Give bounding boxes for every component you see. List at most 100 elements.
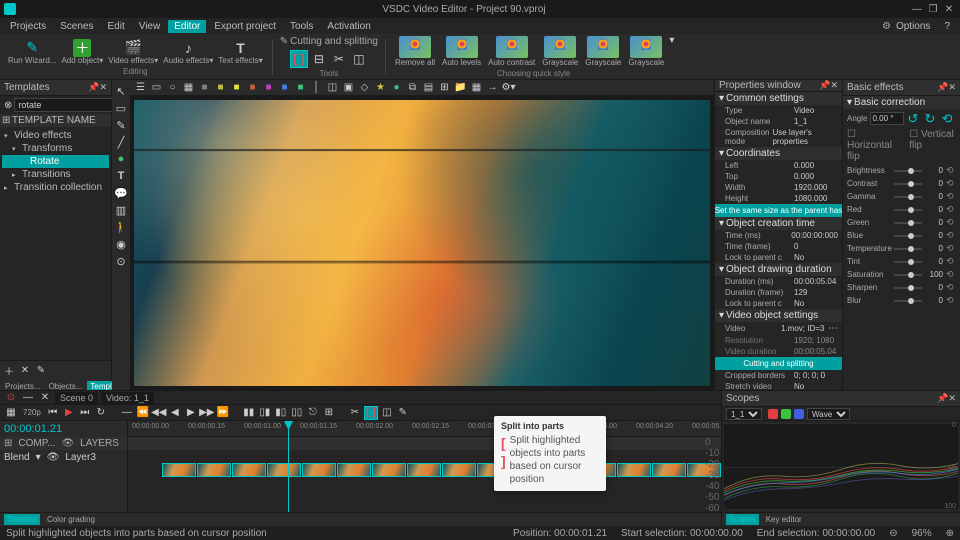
pin-icon[interactable]: 📌 (937, 82, 948, 93)
tl-ff-icon[interactable]: ▶ (184, 406, 198, 420)
tl-step-back-icon[interactable]: ◀◀ (152, 406, 166, 420)
audio-effects-button[interactable]: ♪Audio effects▾ (161, 38, 215, 66)
section-coords[interactable]: ▾Coordinates (715, 147, 842, 160)
vp-stack-icon[interactable]: ⊞ (438, 81, 451, 94)
clip-thumb[interactable] (407, 463, 441, 477)
expand-icon[interactable]: ⊞ (4, 438, 12, 449)
reset-icon[interactable]: ⟲ (946, 230, 956, 241)
gamma-slider[interactable] (894, 196, 922, 198)
quick-auto-contrast[interactable]: Auto contrast (486, 35, 537, 68)
menu-tools[interactable]: Tools (284, 20, 319, 33)
maximize-button[interactable]: ❐ (926, 2, 940, 16)
vp-grid-icon[interactable]: ▦ (182, 81, 195, 94)
reset-icon[interactable]: ⟲ (946, 256, 956, 267)
clip-thumb[interactable] (232, 463, 266, 477)
cut-tool-button[interactable]: ⊟ (310, 50, 328, 68)
pin-icon[interactable]: 📌 (937, 393, 948, 404)
menu-edit[interactable]: Edit (101, 20, 130, 33)
tl-crop-icon[interactable]: ◫ (380, 406, 394, 420)
green-slider[interactable] (894, 222, 922, 224)
add-object-button[interactable]: ＋Add object▾ (59, 38, 105, 66)
tl-skip-start-icon[interactable]: ⏪ (136, 406, 150, 420)
pin-icon[interactable]: 📌 (819, 80, 830, 91)
tree-transition-collection[interactable]: ▸Transition collection (2, 181, 109, 194)
tl-grid-icon[interactable]: ▦ (4, 406, 18, 420)
saturation-slider[interactable] (894, 274, 922, 276)
tl-link-icon[interactable]: ⎋ (306, 406, 320, 420)
vp-swatch-yellow[interactable]: ■ (230, 81, 243, 94)
scope-mode-select[interactable]: Wave (807, 408, 850, 420)
panel-close-icon[interactable]: ✕ (99, 82, 107, 93)
tl-loop-icon[interactable]: ↻ (94, 406, 108, 420)
tree-video-effects[interactable]: ▾Video effects (2, 129, 109, 142)
minimize-button[interactable]: — (910, 2, 924, 16)
menu-projects[interactable]: Projects (4, 20, 52, 33)
edit-template-icon[interactable]: ✎ (34, 363, 48, 377)
clip-thumb[interactable] (337, 463, 371, 477)
rotate-cw-icon[interactable]: ↻ (924, 111, 938, 125)
tl-in-icon[interactable]: — (120, 406, 134, 420)
vp-film-icon[interactable]: ▦ (470, 81, 483, 94)
tl-marker4-icon[interactable]: ▯▯ (290, 406, 304, 420)
scope-red-icon[interactable] (768, 409, 778, 419)
text-effects-button[interactable]: TText effects▾ (216, 38, 264, 66)
brightness-slider[interactable] (894, 170, 922, 172)
tl-marker3-icon[interactable]: ▮▯ (274, 406, 288, 420)
menu-activation[interactable]: Activation (321, 20, 376, 33)
reset-icon[interactable]: ⟲ (946, 204, 956, 215)
tl-snap-icon[interactable]: ⊞ (322, 406, 336, 420)
tab-key-editor[interactable]: Key editor (763, 514, 805, 525)
line-tool-icon[interactable]: ╱ (114, 135, 128, 149)
counter-tool-icon[interactable]: ⊙ (114, 254, 128, 268)
temperature-slider[interactable] (894, 248, 922, 250)
tab-scopes[interactable]: Scopes (726, 514, 759, 525)
vp-layers-icon[interactable]: ⧉ (406, 81, 419, 94)
vp-box2-icon[interactable]: ▣ (342, 81, 355, 94)
set-parent-size-button[interactable]: Set the same size as the parent has (715, 204, 842, 217)
scope-source-select[interactable]: 1_1 (726, 408, 762, 420)
blur-slider[interactable] (894, 300, 922, 302)
vp-folder-icon[interactable]: 📁 (454, 81, 467, 94)
vp-circle-icon[interactable]: ○ (166, 81, 179, 94)
video-effects-button[interactable]: 🎬Video effects▾ (106, 38, 160, 66)
cursor-tool-icon[interactable]: ↖ (114, 84, 128, 98)
add-template-icon[interactable]: ＋ (2, 363, 16, 377)
reset-icon[interactable]: ⟲ (946, 282, 956, 293)
vp-swatch-gray[interactable]: ■ (198, 81, 211, 94)
clip-thumb[interactable] (617, 463, 651, 477)
tl-marker1-icon[interactable]: ▮▮ (242, 406, 256, 420)
tree-transforms[interactable]: ▾Transforms (2, 142, 109, 155)
blue-slider[interactable] (894, 235, 922, 237)
v-flip-checkbox[interactable]: ☐ Vertical flip (909, 129, 956, 162)
timeline-ruler[interactable]: 00:00:00.0000:00:00.1500:00:01.0000:00:0… (128, 421, 721, 437)
vp-rect-icon[interactable]: ▭ (150, 81, 163, 94)
vp-arrow-icon[interactable]: → (486, 81, 499, 94)
sharpen-slider[interactable] (894, 287, 922, 289)
tl-play-icon[interactable]: ▶ (62, 406, 76, 420)
menu-export[interactable]: Export project (208, 20, 282, 33)
tint-slider[interactable] (894, 261, 922, 263)
vp-clip-icon[interactable]: ▤ (422, 81, 435, 94)
clip-thumb[interactable] (372, 463, 406, 477)
panel-close-icon[interactable]: ✕ (948, 393, 956, 404)
h-flip-checkbox[interactable]: ☐ Horizontal flip (847, 129, 903, 162)
tl-step-fwd-icon[interactable]: ◀ (168, 406, 182, 420)
razor-tool-button[interactable]: ✂ (330, 50, 348, 68)
vp-swatch-green[interactable]: ■ (294, 81, 307, 94)
vp-swatch-brown[interactable]: ■ (246, 81, 259, 94)
clip-thumb[interactable] (442, 463, 476, 477)
clip-thumb[interactable] (267, 463, 301, 477)
reset-icon[interactable]: ⟲ (946, 269, 956, 280)
person-tool-icon[interactable]: 🚶 (114, 220, 128, 234)
quick-grayscale-1[interactable]: Grayscale (540, 35, 580, 68)
tl-split-button[interactable]: [ ] (364, 406, 378, 420)
text-tool-icon[interactable]: T (114, 169, 128, 183)
browse-icon[interactable]: ⋯ (828, 323, 838, 334)
preview-canvas[interactable] (130, 96, 714, 390)
angle-input[interactable] (870, 112, 904, 125)
search-clear-icon[interactable]: ⊗ (4, 100, 12, 111)
contrast-slider[interactable] (894, 183, 922, 185)
clip-thumb[interactable] (302, 463, 336, 477)
zoom-in-icon[interactable]: ⊕ (946, 528, 954, 539)
pin-icon[interactable]: 📌 (88, 82, 99, 93)
